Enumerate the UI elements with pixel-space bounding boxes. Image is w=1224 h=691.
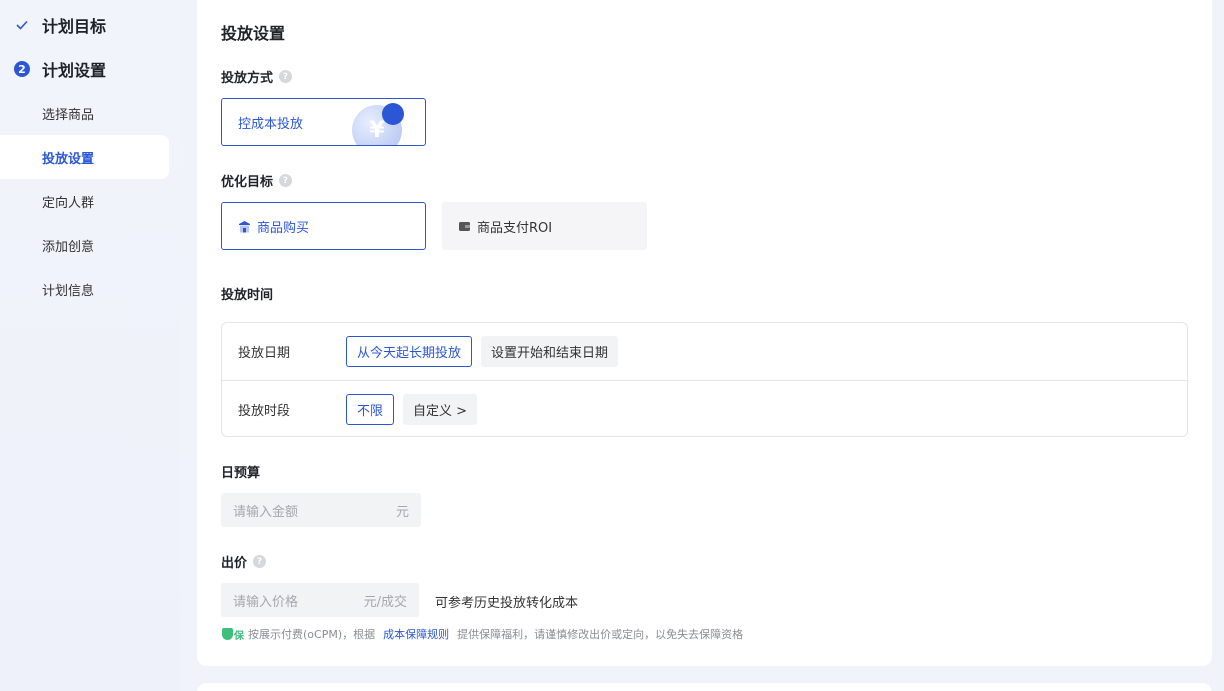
row-label: 投放日期	[238, 346, 291, 361]
input-placeholder: 请输入金额	[233, 504, 299, 520]
section-label: 出价	[221, 556, 248, 571]
step-plan-goal[interactable]: 计划目标	[14, 13, 106, 37]
note-prefix: 按展示付费(oCPM)，根据	[248, 628, 376, 641]
delivery-option-cost-control[interactable]: 控成本投放 ¥	[221, 98, 426, 146]
step-label: 计划目标	[42, 17, 107, 36]
shop-icon	[238, 220, 251, 233]
guarantee-badge-text: 保	[234, 630, 244, 642]
note-suffix: 提供保障福利，请谨慎修改出价或定向，以免失去保障资格	[457, 628, 744, 641]
optimization-goal-label: 优化目标 ?	[221, 171, 293, 190]
next-card	[197, 683, 1212, 691]
goal-option-product-purchase[interactable]: 商品购买	[221, 202, 426, 250]
sidebar-item-targeting[interactable]: 定向人群	[0, 179, 169, 223]
delivery-method-label: 投放方式 ?	[221, 67, 293, 86]
daily-budget-label: 日预算	[221, 462, 260, 481]
option-label: 商品支付ROI	[477, 220, 553, 236]
section-label: 优化目标	[221, 175, 274, 190]
option-label: 商品购买	[257, 220, 310, 236]
sidebar-item-creative[interactable]: 添加创意	[0, 223, 169, 267]
sidebar: 计划目标 2 计划设置 选择商品 投放设置 定向人群 添加创意 计划信息	[0, 0, 180, 691]
sidebar-item-select-product[interactable]: 选择商品	[0, 91, 169, 135]
cost-guarantee-rules-link[interactable]: 成本保障规则	[383, 626, 449, 642]
wallet-icon	[458, 220, 471, 233]
input-unit: 元/成交	[363, 594, 407, 610]
goal-option-product-roi[interactable]: 商品支付ROI	[442, 202, 647, 250]
page-title: 投放设置	[221, 24, 286, 43]
step-plan-settings[interactable]: 2 计划设置	[14, 57, 106, 81]
check-icon	[14, 17, 30, 33]
bid-label: 出价 ?	[221, 552, 267, 571]
sidebar-item-delivery-settings[interactable]: 投放设置	[0, 135, 169, 179]
section-label: 日预算	[221, 466, 261, 481]
step-number-badge: 2	[14, 61, 30, 77]
input-unit: 元	[395, 504, 409, 520]
help-icon[interactable]: ?	[279, 174, 293, 187]
delivery-period-row: 投放时段 不限 自定义 >	[222, 380, 1187, 437]
sidebar-item-label: 投放设置	[42, 151, 95, 167]
sidebar-item-label: 选择商品	[42, 107, 95, 123]
sidebar-item-plan-info[interactable]: 计划信息	[0, 267, 169, 311]
delivery-date-row: 投放日期 从今天起长期投放 设置开始和结束日期	[222, 323, 1187, 380]
yen-glyph: ¥	[369, 117, 385, 143]
guarantee-shield-icon: 保	[222, 627, 244, 642]
help-icon[interactable]: ?	[253, 555, 267, 568]
period-option-unlimited[interactable]: 不限	[346, 393, 395, 425]
sidebar-item-label: 定向人群	[42, 195, 95, 211]
step-label: 计划设置	[42, 61, 107, 80]
section-label: 投放时间	[221, 288, 274, 303]
delivery-time-box: 投放日期 从今天起长期投放 设置开始和结束日期 投放时段 不限 自定义 >	[221, 322, 1188, 437]
delivery-time-label: 投放时间	[221, 284, 273, 303]
yen-coin-icon: ¥	[352, 103, 412, 145]
sidebar-item-label: 添加创意	[42, 239, 95, 255]
date-option-long-term[interactable]: 从今天起长期投放	[346, 336, 473, 367]
daily-budget-input[interactable]: 请输入金额 元	[221, 493, 421, 527]
guarantee-note: 保 按展示付费(oCPM)，根据 成本保障规则 提供保障福利，请谨慎修改出价或定…	[222, 626, 743, 642]
date-option-custom-range[interactable]: 设置开始和结束日期	[481, 336, 619, 367]
bid-price-input[interactable]: 请输入价格 元/成交	[221, 583, 419, 617]
option-label: 控成本投放	[238, 116, 304, 132]
row-label: 投放时段	[238, 403, 291, 419]
input-placeholder: 请输入价格	[233, 594, 299, 610]
bid-hint: 可参考历史投放转化成本	[435, 596, 579, 611]
period-option-custom[interactable]: 自定义 >	[403, 393, 478, 425]
section-label: 投放方式	[221, 71, 274, 86]
sidebar-item-label: 计划信息	[42, 283, 95, 299]
help-icon[interactable]: ?	[279, 70, 293, 83]
